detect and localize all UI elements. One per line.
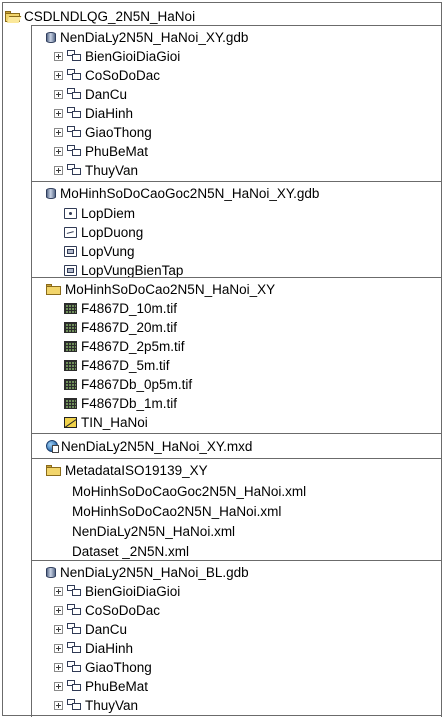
tree-item[interactable]: F4867D_20m.tif: [64, 318, 177, 336]
feature-dataset-icon: [67, 50, 81, 62]
raster-icon: [64, 302, 77, 314]
raster-icon: [64, 321, 77, 333]
tree-item[interactable]: F4867D_5m.tif: [64, 356, 170, 374]
expand-icon[interactable]: [54, 146, 63, 156]
section-metadata: MetadataISO19139_XY MoHinhSoDoCaoGoc2N5N…: [31, 458, 442, 561]
feature-dataset-icon: [67, 642, 81, 654]
raster-icon: [64, 378, 77, 390]
metadata-file[interactable]: Dataset _2N5N.xml: [68, 542, 189, 560]
line-feature-class-icon: [64, 226, 77, 238]
feature-dataset-icon: [67, 126, 81, 138]
feature-dataset-icon: [67, 585, 81, 597]
metadata-file[interactable]: MoHinhSoDoCao2N5N_HaNoi.xml: [68, 502, 281, 520]
polygon-feature-class-icon: [64, 264, 77, 276]
section-gdb-xy: NenDiaLy2N5N_HaNoi_XY.gdb BienGioiDiaGio…: [31, 25, 442, 182]
root-folder-label: CSDLNDLQG_2N5N_HaNoi: [24, 9, 196, 24]
expand-icon[interactable]: [54, 165, 63, 175]
catalog-tree: CSDLNDLQG_2N5N_HaNoi NenDiaLy2N5N_HaNoi_…: [2, 2, 442, 717]
dem-folder-header[interactable]: MoHinhSoDoCao2N5N_HaNoi_XY: [46, 280, 275, 298]
tree-item[interactable]: BienGioiDiaGioi: [54, 47, 180, 65]
tree-item[interactable]: F4867Db_1m.tif: [64, 394, 177, 412]
gdb-xy-header[interactable]: NenDiaLy2N5N_HaNoi_XY.gdb: [46, 28, 248, 46]
tree-item[interactable]: GiaoThong: [54, 658, 152, 676]
folder-icon: [46, 283, 61, 295]
expand-icon[interactable]: [54, 108, 63, 118]
geodatabase-icon: [46, 187, 56, 200]
raster-icon: [64, 397, 77, 409]
feature-dataset-icon: [67, 661, 81, 673]
expand-icon[interactable]: [54, 586, 63, 596]
tree-item[interactable]: GiaoThong: [54, 123, 152, 141]
tree-item[interactable]: F4867D_2p5m.tif: [64, 337, 185, 355]
tree-item[interactable]: PhuBeMat: [54, 677, 148, 695]
tree-item[interactable]: PhuBeMat: [54, 142, 148, 160]
tree-item[interactable]: LopDiem: [64, 204, 135, 222]
geodatabase-icon: [46, 566, 56, 579]
open-folder-icon: [5, 11, 20, 22]
map-document-icon: [46, 439, 59, 453]
gdb-dem-goc-header[interactable]: MoHinhSoDoCaoGoc2N5N_HaNoi_XY.gdb: [46, 184, 319, 202]
tree-item[interactable]: LopVung: [64, 242, 135, 260]
expand-icon[interactable]: [54, 89, 63, 99]
tree-item[interactable]: F4867D_10m.tif: [64, 299, 177, 317]
polygon-feature-class-icon: [64, 245, 77, 257]
tree-item[interactable]: DanCu: [54, 85, 127, 103]
tree-item[interactable]: ThuyVan: [54, 696, 138, 714]
tree-item[interactable]: CoSoDoDac: [54, 66, 160, 84]
geodatabase-icon: [46, 31, 56, 44]
tree-item[interactable]: F4867Db_0p5m.tif: [64, 375, 192, 393]
expand-icon[interactable]: [54, 624, 63, 634]
tree-item[interactable]: BienGioiDiaGioi: [54, 582, 180, 600]
expand-icon[interactable]: [54, 605, 63, 615]
feature-dataset-icon: [67, 604, 81, 616]
tin-icon: [64, 416, 77, 428]
folder-icon: [46, 464, 61, 476]
tree-item[interactable]: TIN_HaNoi: [64, 413, 148, 431]
section-dem-folder: MoHinhSoDoCao2N5N_HaNoi_XY F4867D_10m.ti…: [31, 277, 442, 434]
section-gdb-bl: NenDiaLy2N5N_HaNoi_BL.gdb BienGioiDiaGio…: [31, 560, 442, 717]
metadata-folder-header[interactable]: MetadataISO19139_XY: [46, 461, 208, 479]
feature-dataset-icon: [67, 623, 81, 635]
root-folder-row[interactable]: CSDLNDLQG_2N5N_HaNoi: [5, 7, 195, 26]
feature-dataset-icon: [67, 680, 81, 692]
tree-item[interactable]: CoSoDoDac: [54, 601, 160, 619]
point-feature-class-icon: [64, 207, 77, 219]
feature-dataset-icon: [67, 107, 81, 119]
raster-icon: [64, 340, 77, 352]
section-gdb-dem-goc: MoHinhSoDoCaoGoc2N5N_HaNoi_XY.gdb LopDie…: [31, 181, 442, 278]
section-mxd: NenDiaLy2N5N_HaNoi_XY.mxd: [31, 433, 442, 459]
feature-dataset-icon: [67, 145, 81, 157]
feature-dataset-icon: [67, 88, 81, 100]
feature-dataset-icon: [67, 164, 81, 176]
raster-icon: [64, 359, 77, 371]
expand-icon[interactable]: [54, 681, 63, 691]
tree-item[interactable]: DiaHinh: [54, 639, 133, 657]
expand-icon[interactable]: [54, 70, 63, 80]
expand-icon[interactable]: [54, 662, 63, 672]
feature-dataset-icon: [67, 699, 81, 711]
tree-item[interactable]: DanCu: [54, 620, 127, 638]
feature-dataset-icon: [67, 69, 81, 81]
metadata-file[interactable]: NenDiaLy2N5N_HaNoi.xml: [68, 522, 235, 540]
tree-item[interactable]: ThuyVan: [54, 161, 138, 179]
mxd-row[interactable]: NenDiaLy2N5N_HaNoi_XY.mxd: [46, 437, 252, 455]
gdb-bl-header[interactable]: NenDiaLy2N5N_HaNoi_BL.gdb: [46, 563, 249, 581]
expand-icon[interactable]: [54, 51, 63, 61]
expand-icon[interactable]: [54, 700, 63, 710]
metadata-file[interactable]: MoHinhSoDoCaoGoc2N5N_HaNoi.xml: [68, 482, 306, 500]
expand-icon[interactable]: [54, 127, 63, 137]
tree-item[interactable]: LopDuong: [64, 223, 143, 241]
expand-icon[interactable]: [54, 643, 63, 653]
tree-item[interactable]: DiaHinh: [54, 104, 133, 122]
